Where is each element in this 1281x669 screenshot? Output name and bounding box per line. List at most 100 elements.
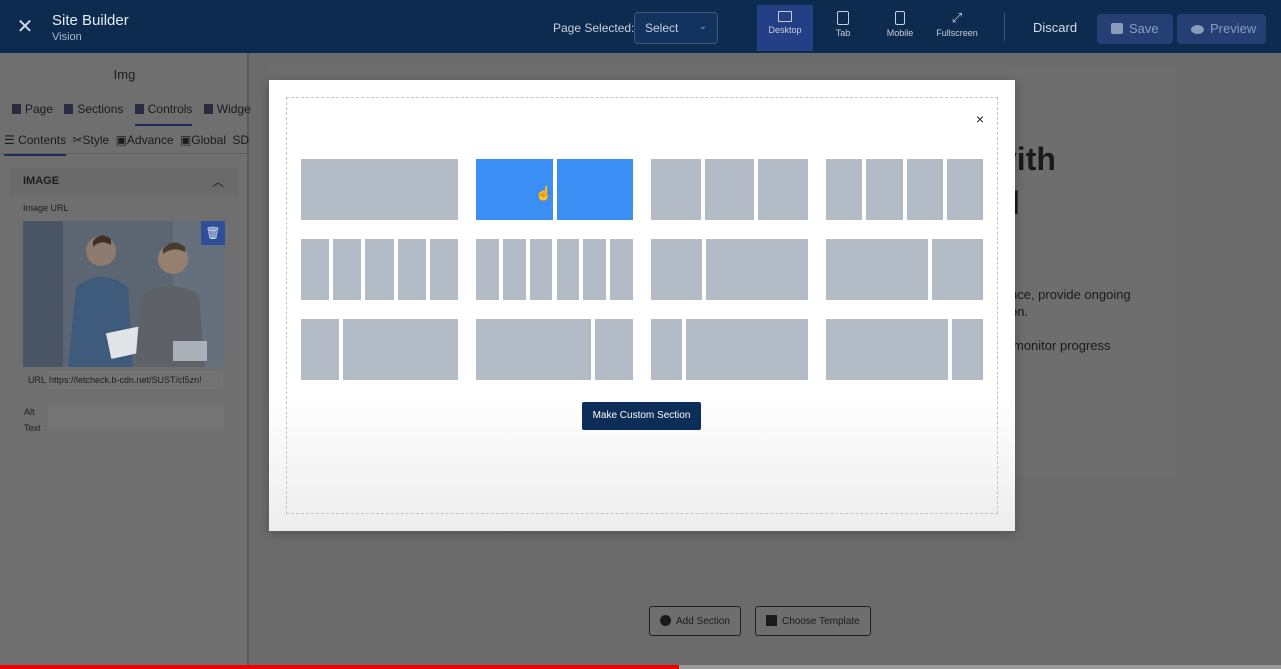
subtab-style[interactable]: ✂Style — [72, 133, 109, 147]
page-select-value: Select — [645, 21, 679, 35]
layout-column — [651, 319, 682, 380]
layout-column — [476, 319, 591, 380]
layout-option[interactable] — [476, 319, 633, 380]
device-tab-button[interactable]: Tab — [815, 5, 871, 51]
choose-template-button[interactable]: Choose Template — [755, 606, 871, 636]
close-icon[interactable]: × — [972, 111, 988, 127]
layout-option[interactable] — [651, 239, 808, 300]
add-section-label: Add Section — [676, 616, 730, 627]
layout-column — [556, 239, 580, 300]
layout-column — [826, 239, 928, 300]
fullscreen-icon: ⤢ — [951, 10, 963, 25]
layout-option[interactable] — [651, 159, 808, 220]
layout-column — [301, 239, 330, 300]
tab-page[interactable]: Page — [12, 102, 53, 116]
layout-option[interactable] — [301, 239, 458, 300]
subtab-sd-label: SD — [232, 133, 249, 147]
save-label: Save — [1129, 21, 1159, 36]
device-desktop-label: Desktop — [768, 25, 802, 35]
page-text-line3: monitor progress — [1013, 338, 1111, 353]
mobile-icon — [895, 11, 905, 25]
layout-column — [365, 239, 394, 300]
tab-sections-label: Sections — [77, 102, 124, 116]
chevron-down-icon: ⌄ — [698, 21, 707, 32]
layout-column — [529, 239, 553, 300]
left-panel: Img Page Sections Controls Widgets ☰ Con… — [0, 53, 260, 669]
layout-column — [706, 239, 808, 300]
video-progress-fill — [0, 665, 679, 669]
make-custom-section-button[interactable]: Make Custom Section — [582, 402, 701, 430]
device-fullscreen-label: Fullscreen — [936, 28, 978, 38]
layout-column — [758, 159, 808, 220]
image-url-label: Image URL — [23, 203, 69, 213]
layout-column — [866, 159, 903, 220]
device-fullscreen-button[interactable]: ⤢ Fullscreen — [929, 5, 985, 51]
image-section-header[interactable]: IMAGE ︿ — [10, 167, 238, 195]
discard-button[interactable]: Discard — [1033, 20, 1077, 35]
subtab-global[interactable]: ▣Global — [180, 133, 226, 147]
layout-option[interactable] — [826, 319, 983, 380]
layout-column — [556, 159, 633, 220]
choose-template-label: Choose Template — [782, 616, 860, 627]
layout-option[interactable] — [301, 319, 458, 380]
template-icon — [766, 615, 777, 626]
page-text-line1: nce, provide ongoing — [1010, 287, 1131, 302]
url-input[interactable]: https://letcheck.b-cdn.net/SUST/cl5zn! — [47, 371, 223, 389]
preview-button[interactable]: Preview — [1177, 14, 1266, 44]
subtab-style-label: Style — [82, 133, 110, 147]
layout-column — [826, 159, 863, 220]
divider — [0, 153, 247, 154]
layout-column — [333, 239, 362, 300]
preview-label: Preview — [1210, 21, 1257, 36]
layout-column — [476, 239, 499, 300]
subtab-advance-label: Advance — [126, 133, 174, 147]
layout-column — [946, 159, 983, 220]
tab-controls[interactable]: Controls — [134, 102, 193, 126]
alt-text-label: Alt Text — [24, 407, 41, 433]
trash-icon[interactable]: 🗑 — [201, 221, 225, 245]
layout-column — [301, 319, 340, 380]
tab-controls-label: Controls — [147, 102, 193, 116]
chevron-up-icon: ︿ — [211, 175, 224, 189]
layout-column — [651, 239, 702, 300]
subtab-sd[interactable]: SD — [232, 133, 249, 147]
people-photo — [23, 221, 225, 367]
save-button[interactable]: Save — [1097, 14, 1173, 44]
device-mobile-button[interactable]: Mobile — [872, 5, 928, 51]
layout-column — [826, 319, 949, 380]
layout-column — [952, 319, 983, 380]
layout-option[interactable] — [826, 159, 983, 220]
layout-option[interactable] — [301, 159, 458, 220]
controls-icon — [134, 104, 144, 114]
layout-column — [685, 319, 808, 380]
layout-column — [429, 239, 458, 300]
top-bar: ✕ Site Builder Vision Page Selected: Sel… — [0, 0, 1281, 53]
layout-option[interactable] — [826, 239, 983, 300]
page-select-dropdown[interactable]: Select ⌄ — [634, 12, 718, 44]
subtab-advance[interactable]: ▣Advance — [116, 133, 174, 147]
subtab-global-label: Global — [191, 133, 226, 147]
eye-icon — [1191, 25, 1204, 34]
alt-text-input[interactable] — [48, 405, 224, 429]
page-selected-label: Page Selected: — [553, 21, 635, 35]
image-preview: 🗑 — [23, 221, 225, 367]
subtab-contents-label: Contents — [18, 133, 67, 147]
device-tab-label: Tab — [835, 28, 851, 38]
video-progress-bar[interactable] — [0, 665, 1281, 669]
layout-column — [906, 159, 943, 220]
url-label: URL — [28, 375, 47, 385]
image-section-label: IMAGE — [23, 175, 60, 187]
tablet-icon — [837, 11, 849, 25]
tab-sections[interactable]: Sections — [64, 102, 123, 116]
close-icon[interactable]: ✕ — [14, 16, 36, 38]
layout-option[interactable] — [476, 239, 633, 300]
plus-circle-icon — [660, 615, 671, 626]
layout-column — [583, 239, 607, 300]
panel-tabs: Page Sections Controls Widgets — [12, 102, 268, 126]
pointer-cursor-icon: ☝ — [535, 185, 553, 201]
add-section-button[interactable]: Add Section — [649, 606, 741, 636]
device-desktop-button[interactable]: Desktop — [757, 5, 813, 51]
layout-column — [502, 239, 526, 300]
layout-option[interactable] — [651, 319, 808, 380]
layout-option[interactable] — [476, 159, 633, 220]
